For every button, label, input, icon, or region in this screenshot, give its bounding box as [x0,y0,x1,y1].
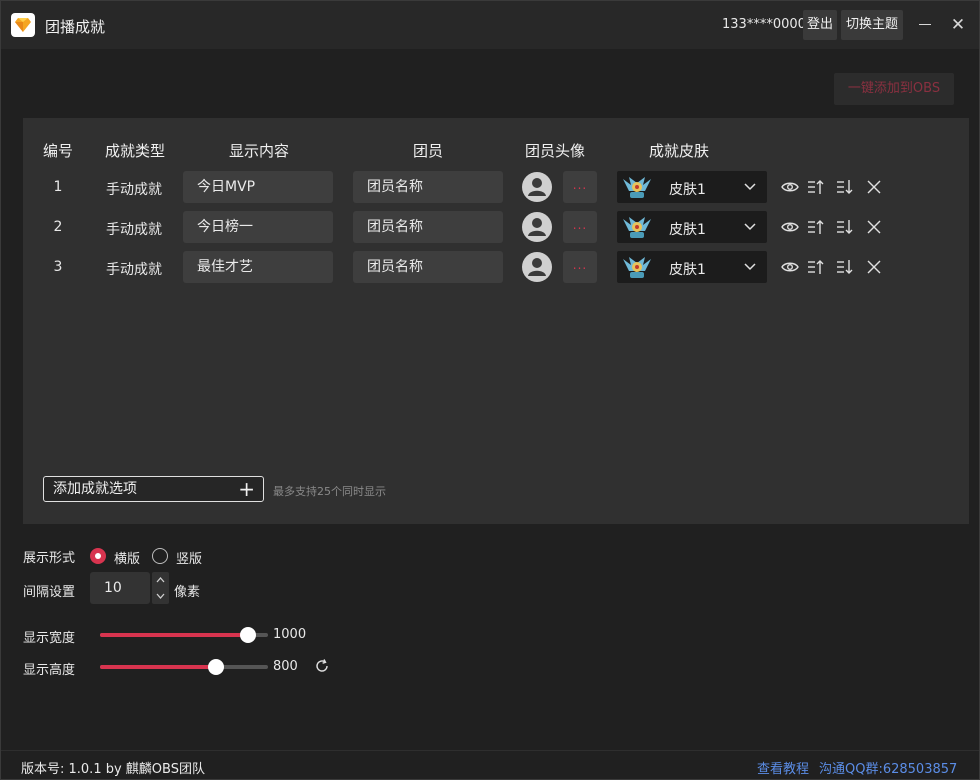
user-phone: 133****0000 [722,17,806,32]
member-name-input[interactable]: 团员名称 [353,251,503,283]
achievement-type: 手动成就 [106,262,162,278]
member-avatar-icon[interactable] [522,252,552,282]
preview-eye-icon[interactable] [781,219,799,235]
add-achievement-label: 添加成就选项 [53,481,137,497]
width-slider[interactable] [100,627,268,643]
width-value: 1000 [273,627,307,642]
delete-icon[interactable] [865,219,883,235]
achievement-type: 手动成就 [106,222,162,238]
spacing-label: 间隔设置 [23,585,76,600]
row-number: 3 [53,259,63,275]
header-member: 团员 [413,142,444,160]
choose-avatar-button[interactable]: ... [563,211,597,243]
plus-icon: + [238,477,255,501]
height-label: 显示高度 [23,663,76,678]
footer-divider [1,750,979,751]
skin-badge-icon [623,217,651,238]
minimize-icon[interactable] [917,15,933,35]
delete-icon[interactable] [865,259,883,275]
table-row: 1 手动成就 今日MVP 团员名称 ... 皮肤1 [23,171,969,203]
delete-icon[interactable] [865,179,883,195]
skin-select[interactable]: 皮肤1 [617,251,767,283]
refresh-icon[interactable] [314,658,330,674]
skin-value: 皮肤1 [669,222,706,238]
logout-button[interactable]: 登出 [803,10,837,40]
title-bar: 团播成就 133****0000 登出 切换主题 ✕ [1,1,979,49]
radio-horizontal[interactable] [90,548,106,564]
achievement-type: 手动成就 [106,182,162,198]
width-label: 显示宽度 [23,631,76,646]
member-avatar-icon[interactable] [522,172,552,202]
skin-badge-icon [623,257,651,278]
chevron-down-icon [744,223,756,231]
preview-eye-icon[interactable] [781,259,799,275]
member-name-input[interactable]: 团员名称 [353,211,503,243]
width-slider-fill [100,633,248,637]
table-row: 2 手动成就 今日榜一 团员名称 ... 皮肤1 [23,211,969,243]
height-slider[interactable] [100,659,268,675]
display-mode-label: 展示形式 [23,551,76,566]
skin-value: 皮肤1 [669,262,706,278]
radio-vertical-label[interactable]: 竖版 [176,548,202,567]
move-up-icon[interactable] [807,179,825,195]
add-to-obs-button[interactable]: 一键添加到OBS [834,73,954,105]
skin-badge-icon [623,177,651,198]
move-down-icon[interactable] [836,219,854,235]
preview-eye-icon[interactable] [781,179,799,195]
close-icon[interactable]: ✕ [949,15,967,35]
app-window: 团播成就 133****0000 登出 切换主题 ✕ 一键添加到OBS 编号 成… [0,0,980,780]
spacing-stepper [152,572,169,604]
display-content-input[interactable]: 最佳才艺 [183,251,333,283]
move-up-icon[interactable] [807,259,825,275]
header-avatar: 团员头像 [525,142,586,160]
member-name-input[interactable]: 团员名称 [353,171,503,203]
choose-avatar-button[interactable]: ... [563,251,597,283]
switch-theme-button[interactable]: 切换主题 [841,10,903,40]
spacing-unit: 像素 [174,585,201,600]
skin-select[interactable]: 皮肤1 [617,171,767,203]
move-down-icon[interactable] [836,179,854,195]
app-title: 团播成就 [45,18,106,36]
row-number: 1 [53,179,63,195]
header-num: 编号 [43,142,74,160]
choose-avatar-button[interactable]: ... [563,171,597,203]
version-text: 版本号: 1.0.1 by 麒麟OBS团队 [21,762,205,777]
display-content-input[interactable]: 今日MVP [183,171,333,203]
move-down-icon[interactable] [836,259,854,275]
table-row: 3 手动成就 最佳才艺 团员名称 ... 皮肤1 [23,251,969,283]
display-content-input[interactable]: 今日榜一 [183,211,333,243]
add-achievement-button[interactable]: 添加成就选项 + [43,476,264,502]
add-limit-hint: 最多支持25个同时显示 [273,485,386,498]
chevron-down-icon [744,263,756,271]
header-skin: 成就皮肤 [649,142,710,160]
diamond-icon [11,13,35,37]
height-value: 800 [273,659,298,674]
move-up-icon[interactable] [807,219,825,235]
row-number: 2 [53,219,63,235]
radio-vertical[interactable] [152,548,168,564]
height-slider-handle[interactable] [207,659,224,675]
width-slider-handle[interactable] [239,627,256,643]
radio-horizontal-label[interactable]: 横版 [114,548,140,567]
spacing-input[interactable]: 10 [90,572,150,604]
header-content: 显示内容 [229,142,290,160]
qq-group-link[interactable]: 沟通QQ群:628503857 [819,758,957,777]
height-slider-fill [100,665,216,669]
member-avatar-icon[interactable] [522,212,552,242]
spin-down-icon[interactable] [152,588,169,604]
skin-value: 皮肤1 [669,182,706,198]
tutorial-link[interactable]: 查看教程 [757,758,809,777]
spin-up-icon[interactable] [152,572,169,588]
header-type: 成就类型 [105,142,166,160]
skin-select[interactable]: 皮肤1 [617,211,767,243]
achievement-panel: 编号 成就类型 显示内容 团员 团员头像 成就皮肤 1 手动成就 今日MVP 团… [23,118,969,524]
chevron-down-icon [744,183,756,191]
